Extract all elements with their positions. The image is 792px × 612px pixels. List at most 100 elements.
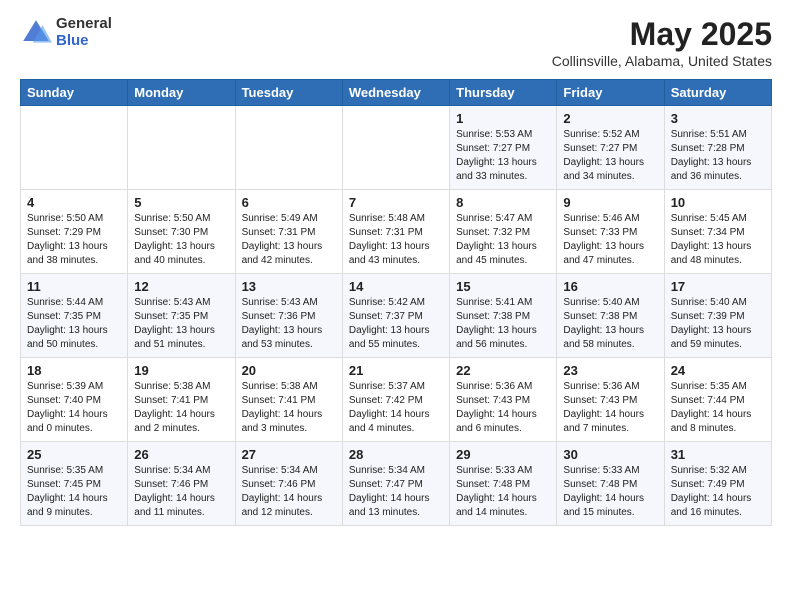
calendar-cell: 25 Sunrise: 5:35 AM Sunset: 7:45 PM Dayl…: [21, 442, 128, 526]
cell-content: Sunrise: 5:45 AM Sunset: 7:34 PM Dayligh…: [671, 212, 765, 268]
sunrise: Sunrise: 5:38 AM: [242, 381, 318, 392]
cell-content: Sunrise: 5:53 AM Sunset: 7:27 PM Dayligh…: [456, 128, 550, 184]
daylight: Daylight: 14 hours and 13 minutes.: [349, 493, 430, 518]
calendar-cell: 1 Sunrise: 5:53 AM Sunset: 7:27 PM Dayli…: [450, 106, 557, 190]
day-number: 17: [671, 279, 765, 294]
logo-general: General: [56, 16, 112, 33]
sunrise: Sunrise: 5:40 AM: [563, 297, 639, 308]
cell-content: Sunrise: 5:44 AM Sunset: 7:35 PM Dayligh…: [27, 296, 121, 352]
calendar-cell: 15 Sunrise: 5:41 AM Sunset: 7:38 PM Dayl…: [450, 274, 557, 358]
header-wednesday: Wednesday: [342, 80, 449, 106]
sunrise: Sunrise: 5:33 AM: [456, 465, 532, 476]
day-number: 23: [563, 363, 657, 378]
sunrise: Sunrise: 5:35 AM: [671, 381, 747, 392]
sunset: Sunset: 7:31 PM: [349, 227, 423, 238]
daylight: Daylight: 14 hours and 6 minutes.: [456, 409, 537, 434]
daylight: Daylight: 14 hours and 14 minutes.: [456, 493, 537, 518]
sunrise: Sunrise: 5:34 AM: [134, 465, 210, 476]
daylight: Daylight: 13 hours and 38 minutes.: [27, 241, 108, 266]
calendar-cell: 3 Sunrise: 5:51 AM Sunset: 7:28 PM Dayli…: [664, 106, 771, 190]
calendar-cell: 2 Sunrise: 5:52 AM Sunset: 7:27 PM Dayli…: [557, 106, 664, 190]
page-title: May 2025: [552, 16, 772, 53]
daylight: Daylight: 14 hours and 3 minutes.: [242, 409, 323, 434]
sunrise: Sunrise: 5:36 AM: [563, 381, 639, 392]
day-number: 8: [456, 195, 550, 210]
sunrise: Sunrise: 5:39 AM: [27, 381, 103, 392]
day-number: 14: [349, 279, 443, 294]
sunrise: Sunrise: 5:48 AM: [349, 213, 425, 224]
cell-content: Sunrise: 5:49 AM Sunset: 7:31 PM Dayligh…: [242, 212, 336, 268]
day-number: 15: [456, 279, 550, 294]
cell-content: Sunrise: 5:35 AM Sunset: 7:44 PM Dayligh…: [671, 380, 765, 436]
calendar-cell: 30 Sunrise: 5:33 AM Sunset: 7:48 PM Dayl…: [557, 442, 664, 526]
cell-content: Sunrise: 5:52 AM Sunset: 7:27 PM Dayligh…: [563, 128, 657, 184]
week-row-4: 25 Sunrise: 5:35 AM Sunset: 7:45 PM Dayl…: [21, 442, 772, 526]
calendar-cell: 31 Sunrise: 5:32 AM Sunset: 7:49 PM Dayl…: [664, 442, 771, 526]
sunrise: Sunrise: 5:38 AM: [134, 381, 210, 392]
sunset: Sunset: 7:35 PM: [134, 311, 208, 322]
week-row-1: 4 Sunrise: 5:50 AM Sunset: 7:29 PM Dayli…: [21, 190, 772, 274]
sunrise: Sunrise: 5:53 AM: [456, 129, 532, 140]
calendar-cell: 16 Sunrise: 5:40 AM Sunset: 7:38 PM Dayl…: [557, 274, 664, 358]
week-row-2: 11 Sunrise: 5:44 AM Sunset: 7:35 PM Dayl…: [21, 274, 772, 358]
sunrise: Sunrise: 5:35 AM: [27, 465, 103, 476]
sunrise: Sunrise: 5:44 AM: [27, 297, 103, 308]
week-row-3: 18 Sunrise: 5:39 AM Sunset: 7:40 PM Dayl…: [21, 358, 772, 442]
header-tuesday: Tuesday: [235, 80, 342, 106]
calendar-cell: 28 Sunrise: 5:34 AM Sunset: 7:47 PM Dayl…: [342, 442, 449, 526]
daylight: Daylight: 14 hours and 11 minutes.: [134, 493, 215, 518]
cell-content: Sunrise: 5:40 AM Sunset: 7:38 PM Dayligh…: [563, 296, 657, 352]
daylight: Daylight: 13 hours and 33 minutes.: [456, 157, 537, 182]
logo-blue: Blue: [56, 33, 112, 50]
sunset: Sunset: 7:42 PM: [349, 395, 423, 406]
cell-content: Sunrise: 5:35 AM Sunset: 7:45 PM Dayligh…: [27, 464, 121, 520]
logo-icon: [20, 17, 52, 49]
sunset: Sunset: 7:27 PM: [456, 143, 530, 154]
cell-content: Sunrise: 5:41 AM Sunset: 7:38 PM Dayligh…: [456, 296, 550, 352]
daylight: Daylight: 14 hours and 8 minutes.: [671, 409, 752, 434]
daylight: Daylight: 13 hours and 55 minutes.: [349, 325, 430, 350]
header-friday: Friday: [557, 80, 664, 106]
sunset: Sunset: 7:45 PM: [27, 479, 101, 490]
cell-content: Sunrise: 5:34 AM Sunset: 7:46 PM Dayligh…: [242, 464, 336, 520]
logo: General Blue: [20, 16, 112, 49]
cell-content: Sunrise: 5:39 AM Sunset: 7:40 PM Dayligh…: [27, 380, 121, 436]
header-monday: Monday: [128, 80, 235, 106]
day-number: 1: [456, 111, 550, 126]
calendar-cell: 23 Sunrise: 5:36 AM Sunset: 7:43 PM Dayl…: [557, 358, 664, 442]
cell-content: Sunrise: 5:37 AM Sunset: 7:42 PM Dayligh…: [349, 380, 443, 436]
cell-content: Sunrise: 5:38 AM Sunset: 7:41 PM Dayligh…: [242, 380, 336, 436]
logo-text: General Blue: [56, 16, 112, 49]
daylight: Daylight: 13 hours and 47 minutes.: [563, 241, 644, 266]
sunrise: Sunrise: 5:47 AM: [456, 213, 532, 224]
day-number: 7: [349, 195, 443, 210]
daylight: Daylight: 14 hours and 4 minutes.: [349, 409, 430, 434]
day-number: 9: [563, 195, 657, 210]
daylight: Daylight: 14 hours and 7 minutes.: [563, 409, 644, 434]
daylight: Daylight: 13 hours and 53 minutes.: [242, 325, 323, 350]
cell-content: Sunrise: 5:43 AM Sunset: 7:36 PM Dayligh…: [242, 296, 336, 352]
sunset: Sunset: 7:47 PM: [349, 479, 423, 490]
day-number: 25: [27, 447, 121, 462]
calendar-cell: 8 Sunrise: 5:47 AM Sunset: 7:32 PM Dayli…: [450, 190, 557, 274]
daylight: Daylight: 13 hours and 48 minutes.: [671, 241, 752, 266]
cell-content: Sunrise: 5:51 AM Sunset: 7:28 PM Dayligh…: [671, 128, 765, 184]
sunset: Sunset: 7:32 PM: [456, 227, 530, 238]
calendar-cell: [128, 106, 235, 190]
sunset: Sunset: 7:38 PM: [456, 311, 530, 322]
cell-content: Sunrise: 5:48 AM Sunset: 7:31 PM Dayligh…: [349, 212, 443, 268]
sunrise: Sunrise: 5:46 AM: [563, 213, 639, 224]
daylight: Daylight: 13 hours and 59 minutes.: [671, 325, 752, 350]
day-number: 28: [349, 447, 443, 462]
sunrise: Sunrise: 5:36 AM: [456, 381, 532, 392]
header-sunday: Sunday: [21, 80, 128, 106]
sunset: Sunset: 7:44 PM: [671, 395, 745, 406]
daylight: Daylight: 13 hours and 56 minutes.: [456, 325, 537, 350]
sunrise: Sunrise: 5:49 AM: [242, 213, 318, 224]
calendar-body: 1 Sunrise: 5:53 AM Sunset: 7:27 PM Dayli…: [21, 106, 772, 526]
calendar-cell: 18 Sunrise: 5:39 AM Sunset: 7:40 PM Dayl…: [21, 358, 128, 442]
day-number: 22: [456, 363, 550, 378]
sunset: Sunset: 7:31 PM: [242, 227, 316, 238]
sunset: Sunset: 7:39 PM: [671, 311, 745, 322]
sunset: Sunset: 7:37 PM: [349, 311, 423, 322]
